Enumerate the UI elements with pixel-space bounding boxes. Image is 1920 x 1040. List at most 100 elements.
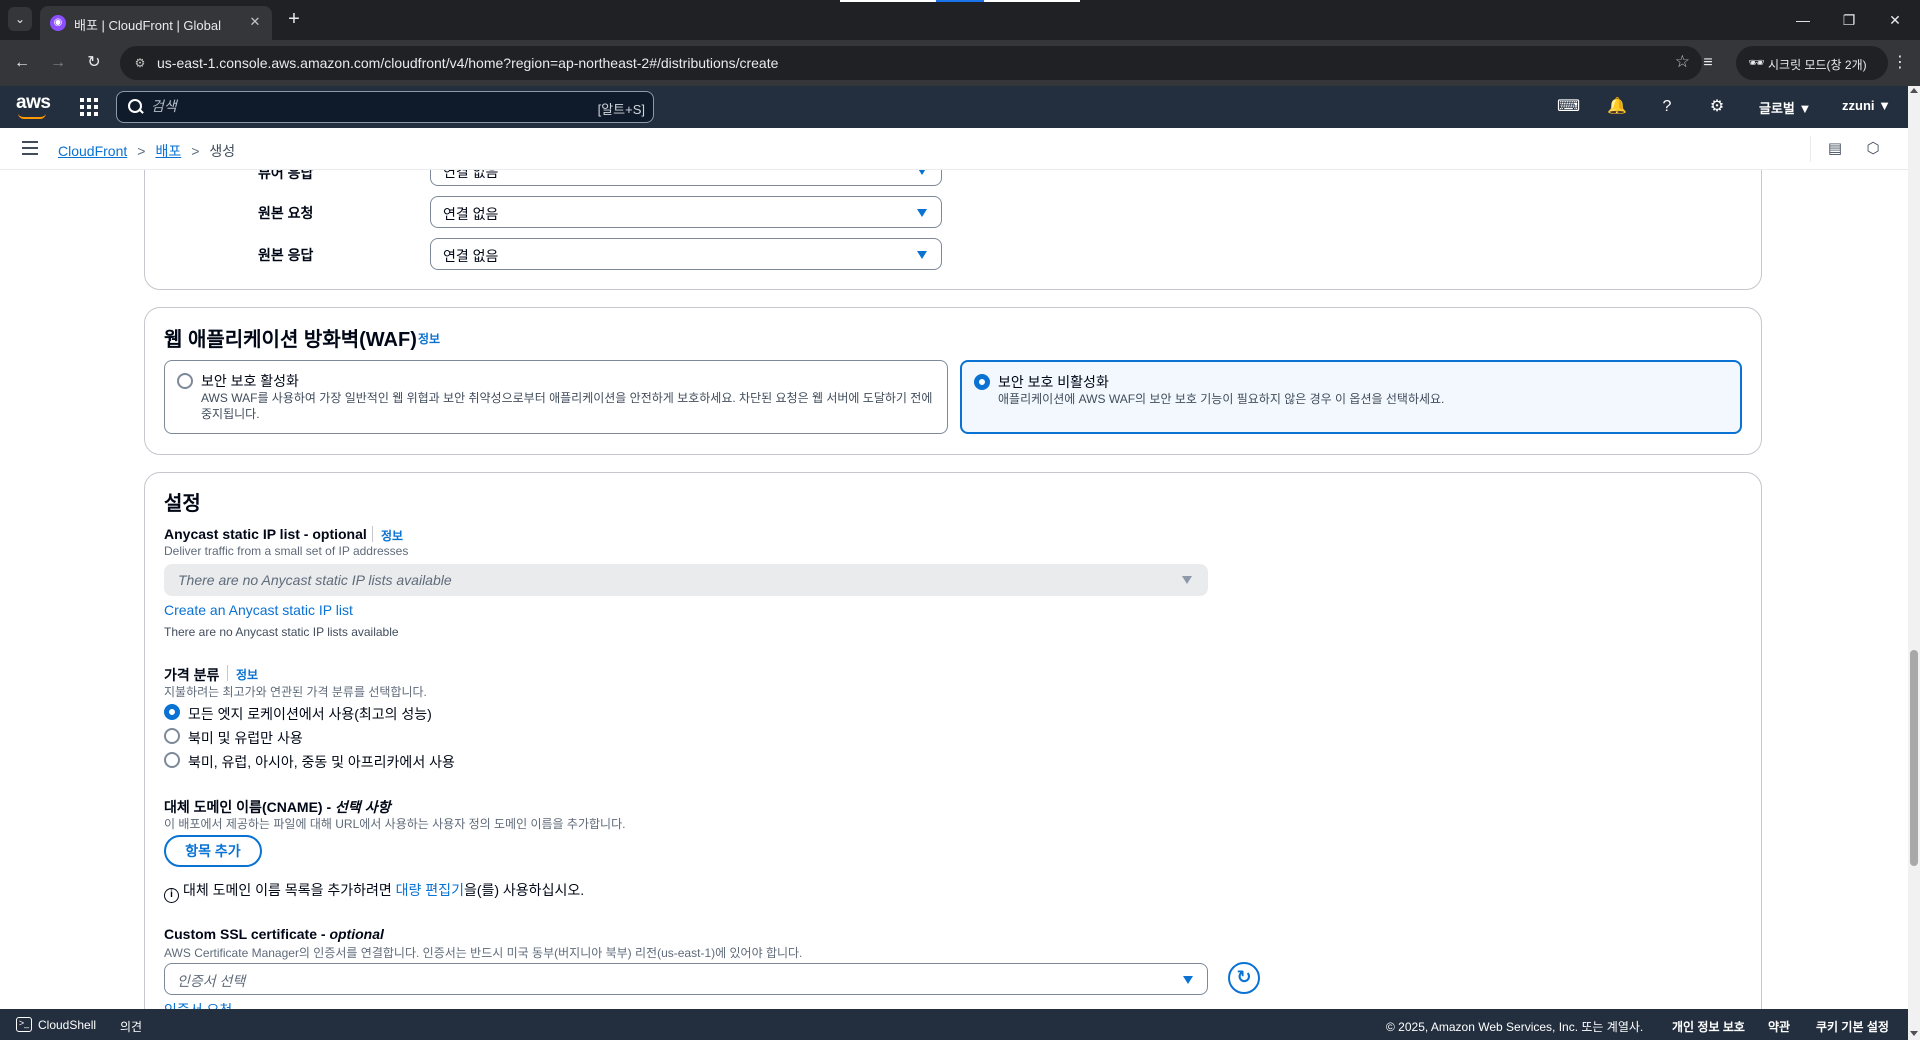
scroll-down-icon[interactable] (1910, 1031, 1918, 1036)
select-value: 연결 없음 (443, 248, 499, 264)
cloudshell-icon: >_ (16, 1017, 32, 1032)
page-strip (840, 0, 936, 2)
restore-icon[interactable]: ❐ (1826, 6, 1872, 34)
bulk-editor-link[interactable]: 대량 편집기 (396, 882, 464, 898)
help-icon[interactable]: ? (1657, 97, 1677, 117)
anycast-note: There are no Anycast static IP lists ava… (164, 625, 399, 639)
ssl-description: AWS Certificate Manager의 인증서를 연결합니다. 인증서… (164, 946, 803, 960)
radio-selected[interactable] (164, 704, 180, 720)
page-scrollbar[interactable] (1908, 86, 1920, 1040)
notifications-bell-icon[interactable]: 🔔 (1607, 97, 1627, 117)
feedback-link[interactable]: 의견 (120, 1018, 142, 1035)
forward-icon[interactable]: → (46, 51, 70, 75)
anycast-info-link[interactable]: 정보 (381, 527, 403, 544)
incognito-icon: 🕶 (1748, 55, 1765, 70)
settings-heading: 설정 (164, 493, 201, 515)
radio-unselected[interactable] (164, 752, 180, 768)
privacy-link[interactable]: 개인 정보 보호 (1672, 1018, 1745, 1035)
scroll-up-icon[interactable] (1910, 88, 1918, 93)
address-bar[interactable]: ⚙ us-east-1.console.aws.amazon.com/cloud… (120, 46, 1702, 80)
breadcrumb: CloudFront > 배포 > 생성 (58, 141, 235, 161)
label-separator (227, 665, 228, 681)
function-associations-panel (144, 170, 1762, 290)
side-nav-toggle-icon[interactable] (22, 141, 38, 155)
breadcrumb-bar: CloudFront > 배포 > 생성 ▤ ⬡ (0, 128, 1908, 170)
waf-disable-tile[interactable]: 보안 보호 비활성화 애플리케이션에 AWS WAF의 보안 보호 기능이 필요… (960, 360, 1742, 434)
account-menu[interactable]: zzuni ▼ (1842, 98, 1891, 113)
tab-search-button[interactable]: ⌄ (8, 7, 32, 31)
option-label: 북미, 유럽, 아시아, 중동 및 아프리카에서 사용 (188, 754, 455, 770)
site-info-icon[interactable]: ⚙ (132, 55, 148, 71)
breadcrumb-cloudfront[interactable]: CloudFront (58, 143, 127, 159)
anycast-select: There are no Anycast static IP lists ava… (164, 564, 1208, 596)
console-footer: >_ CloudShell 의견 © 2025, Amazon Web Serv… (0, 1009, 1908, 1040)
tab-close-icon[interactable]: ✕ (246, 13, 264, 31)
info-circle-icon: i (164, 888, 179, 903)
notifications-panel-icon[interactable]: ⬡ (1864, 140, 1882, 158)
search-input[interactable] (151, 98, 531, 114)
cookie-preferences-link[interactable]: 쿠키 기본 설정 (1816, 1018, 1889, 1035)
cloudshell-link[interactable]: CloudShell (38, 1018, 96, 1032)
back-icon[interactable]: ← (10, 51, 34, 75)
url-text[interactable]: us-east-1.console.aws.amazon.com/cloudfr… (157, 55, 778, 71)
select-value: 연결 없음 (443, 170, 499, 180)
refresh-icon[interactable]: ↻ (1228, 962, 1260, 994)
reload-icon[interactable]: ↻ (82, 51, 106, 75)
caret-down-icon (917, 170, 927, 175)
info-panel-icon[interactable]: ▤ (1826, 140, 1844, 158)
price-class-info-link[interactable]: 정보 (236, 666, 258, 683)
option-label: 북미 및 유럽만 사용 (188, 730, 303, 746)
origin-response-select[interactable]: 연결 없음 (430, 238, 942, 270)
caret-down-icon (1182, 576, 1192, 584)
origin-request-select[interactable]: 연결 없음 (430, 196, 942, 228)
new-tab-icon[interactable]: + (282, 8, 306, 32)
certificate-select[interactable]: 인증서 선택 (164, 963, 1208, 995)
tile-description: AWS WAF를 사용하여 가장 일반적인 웹 위협과 보안 취약성으로부터 애… (201, 391, 933, 421)
aws-logo[interactable]: aws (16, 92, 51, 119)
radio-unselected[interactable] (164, 728, 180, 744)
waf-info-link[interactable]: 정보 (418, 330, 440, 347)
add-item-button[interactable]: 항목 추가 (164, 835, 262, 867)
cname-description: 이 배포에서 제공하는 파일에 대해 URL에서 사용하는 사용자 정의 도메인… (164, 817, 626, 831)
divider (1810, 136, 1811, 162)
bookmark-star-icon[interactable]: ☆ (1675, 52, 1690, 72)
reading-list-icon[interactable]: ≡ (1696, 51, 1720, 75)
page-strip-accent (936, 0, 984, 2)
minimize-icon[interactable]: — (1780, 6, 1826, 34)
ssl-label: Custom SSL certificate - optional (164, 926, 384, 942)
copyright-text: © 2025, Amazon Web Services, Inc. 또는 계열사… (1386, 1020, 1644, 1034)
caret-down-icon (917, 251, 927, 259)
search-icon (127, 98, 143, 114)
breadcrumb-distributions[interactable]: 배포 (155, 143, 181, 159)
cloudshell-icon[interactable]: ⌨ (1557, 97, 1580, 117)
region-selector[interactable]: 글로벌 ▼ (1759, 98, 1811, 117)
viewer-response-select[interactable]: 연결 없음 (430, 170, 942, 186)
label-separator (372, 526, 373, 542)
price-class-description: 지불하려는 최고가와 연관된 가격 분류를 선택합니다. (164, 685, 427, 699)
close-window-icon[interactable]: ✕ (1872, 6, 1918, 34)
anycast-description: Deliver traffic from a small set of IP a… (164, 544, 409, 558)
waf-disable-radio[interactable] (974, 374, 990, 390)
waf-enable-tile[interactable]: 보안 보호 활성화 AWS WAF를 사용하여 가장 일반적인 웹 위협과 보안… (164, 360, 948, 434)
incognito-label: 시크릿 모드(창 2개) (1768, 58, 1867, 72)
request-certificate-link[interactable]: 인증서 요청 (164, 1000, 232, 1009)
cloudfront-favicon-icon: ◉ (50, 15, 66, 31)
create-anycast-link[interactable]: Create an Anycast static IP list (164, 602, 353, 618)
scrollbar-thumb[interactable] (1910, 650, 1918, 866)
settings-gear-icon[interactable]: ⚙ (1707, 97, 1727, 117)
page-strip-end (984, 0, 1080, 2)
browser-tab[interactable]: ◉ 배포 | CloudFront | Global ✕ (40, 6, 272, 40)
terms-link[interactable]: 약관 (1768, 1018, 1790, 1035)
search-shortcut-hint: [알트+S] (597, 102, 645, 117)
incognito-indicator[interactable]: 🕶 시크릿 모드(창 2개) (1736, 46, 1888, 80)
caret-down-icon (1183, 976, 1193, 984)
bulk-edit-note: i 대체 도메인 이름 목록을 추가하려면 대량 편집기을(를) 사용하십시오. (164, 880, 584, 903)
browser-menu-icon[interactable]: ⋮ (1890, 51, 1910, 75)
services-menu-icon[interactable] (80, 98, 98, 116)
price-class-label: 가격 분류 (164, 667, 220, 683)
origin-response-label: 원본 응답 (258, 247, 314, 263)
waf-enable-radio[interactable] (177, 373, 193, 389)
browser-toolbar: ← → ↻ ⚙ us-east-1.console.aws.amazon.com… (0, 40, 1920, 86)
option-label: 모든 엣지 로케이션에서 사용(최고의 성능) (188, 706, 432, 722)
console-search[interactable]: [알트+S] (116, 91, 654, 123)
